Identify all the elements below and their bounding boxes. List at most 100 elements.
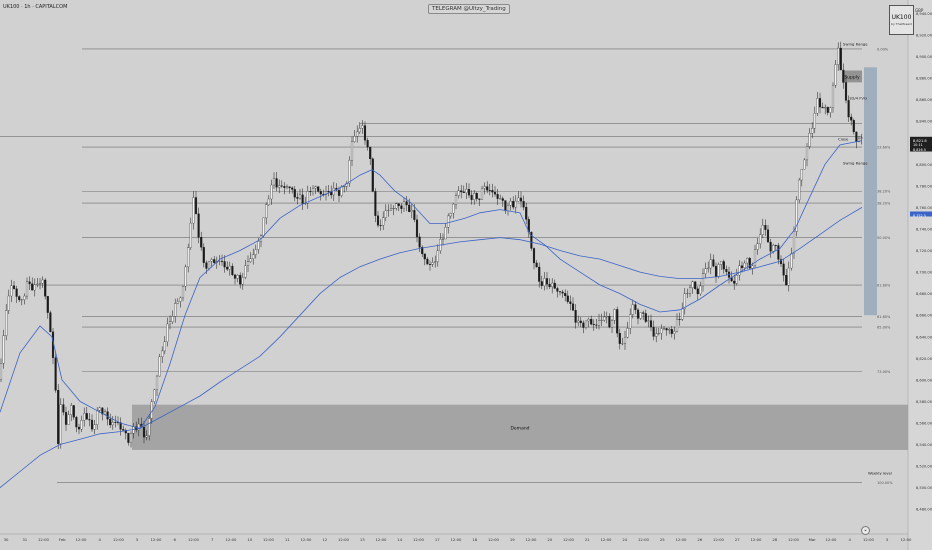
- candle-body: [231, 265, 234, 276]
- candle-body: [257, 241, 260, 250]
- annotation: Close: [838, 137, 849, 142]
- candle-body: [54, 357, 57, 391]
- x-tick-label: 17: [435, 537, 440, 542]
- candle-body: [740, 265, 744, 269]
- candle-body: [782, 263, 785, 276]
- candle-body: [501, 198, 504, 201]
- candle-body: [44, 279, 47, 297]
- candle-body: [226, 266, 229, 270]
- candle-body: [584, 320, 588, 328]
- candle-body: [644, 313, 647, 322]
- candle-body: [2, 335, 5, 364]
- candle-body: [772, 245, 775, 252]
- candle-body: [483, 186, 486, 189]
- x-tick-label: 12:00: [676, 537, 688, 542]
- candle-body: [70, 405, 73, 415]
- candle-body: [202, 247, 205, 263]
- candle-body: [509, 201, 512, 206]
- candle-body: [244, 265, 247, 278]
- telegram-watermark[interactable]: TELEGRAM @Ultzy_Trading: [428, 4, 510, 14]
- x-tick-label: 12:00: [526, 537, 538, 542]
- candle-body: [600, 319, 603, 321]
- x-tick-label: 12:00: [563, 537, 575, 542]
- y-tick-label: 8,680.00: [916, 292, 932, 296]
- price-chart[interactable]: Demand Supply 0.00% 23.60% 38.20% 38.20% 50.00…: [0, 0, 932, 550]
- x-tick-label: 13: [360, 537, 365, 542]
- candle-body: [785, 275, 788, 286]
- candle-body: [673, 331, 676, 334]
- candle-body: [223, 261, 226, 268]
- candle-body: [405, 201, 408, 206]
- candle-body: [496, 193, 499, 199]
- candle-body: [860, 137, 863, 139]
- brand-logo[interactable]: UK100 by TheMosaid: [889, 5, 914, 35]
- candle-body: [337, 190, 341, 196]
- x-tick-label: 25: [660, 537, 665, 542]
- candle-body: [829, 107, 832, 113]
- candle-body: [821, 106, 824, 109]
- chevron-down-icon[interactable]: ⌄: [861, 526, 870, 535]
- candle-body: [0, 363, 3, 381]
- candle-body: [254, 249, 257, 255]
- candle-body: [176, 301, 179, 304]
- y-tick-label: 8,900.00: [916, 55, 932, 59]
- candle-body: [23, 295, 26, 300]
- candle-body: [660, 328, 663, 334]
- candle-body: [696, 288, 699, 295]
- x-tick-label: 6: [174, 537, 177, 542]
- candle-body: [309, 191, 312, 193]
- candle-body: [748, 258, 751, 269]
- candle-body: [75, 417, 78, 428]
- annotation: Swing Range: [843, 42, 868, 47]
- x-tick-label: 12:00: [901, 537, 913, 542]
- candle-body: [610, 320, 614, 328]
- candle-body: [218, 260, 221, 262]
- candle-body: [532, 248, 536, 264]
- candle-body: [798, 179, 801, 201]
- candle-body: [668, 329, 671, 331]
- candle-body: [579, 320, 582, 323]
- candle-body: [595, 324, 598, 326]
- candle-body: [148, 418, 151, 436]
- candle-body: [296, 197, 299, 199]
- level-label: 100.00%: [877, 481, 893, 485]
- x-tick-label: 24: [622, 537, 627, 542]
- x-tick-label: Mar: [809, 537, 817, 542]
- candle-body: [15, 288, 18, 297]
- candle-body: [465, 189, 468, 193]
- candle-body: [278, 185, 281, 188]
- candle-body: [189, 222, 192, 248]
- x-tick-label: 12:00: [863, 537, 875, 542]
- candle-body: [57, 390, 60, 444]
- candle-body: [486, 186, 489, 191]
- x-tick-label: 12:00: [601, 537, 613, 542]
- candle-body: [5, 310, 8, 336]
- candle-body: [171, 316, 174, 322]
- candle-body: [759, 234, 762, 244]
- candle-body: [491, 190, 494, 193]
- candle-body: [561, 291, 564, 294]
- candle-body: [506, 205, 510, 211]
- candle-body: [629, 314, 632, 329]
- candle-body: [410, 210, 413, 212]
- candle-body: [834, 64, 837, 86]
- annotation: Weekly level: [868, 471, 892, 476]
- candle-body: [725, 269, 728, 273]
- candle-body: [163, 341, 166, 352]
- candle-body: [127, 432, 130, 443]
- candle-body: [356, 131, 359, 137]
- y-tick-label: 8,560.00: [916, 421, 932, 425]
- candle-body: [577, 320, 580, 323]
- candle-body: [85, 413, 88, 420]
- price-badge-text: 8,816.5: [913, 148, 926, 152]
- x-tick-label: 26: [697, 537, 702, 542]
- candle-body: [686, 293, 689, 295]
- y-tick-label: 8,700.00: [916, 271, 932, 275]
- candle-body: [415, 219, 419, 238]
- candle-body: [106, 411, 109, 420]
- currency-label: GBP: [915, 8, 924, 13]
- candle-body: [340, 186, 343, 196]
- candle-body: [49, 312, 52, 333]
- candle-body: [64, 412, 68, 425]
- candle-body: [62, 404, 65, 413]
